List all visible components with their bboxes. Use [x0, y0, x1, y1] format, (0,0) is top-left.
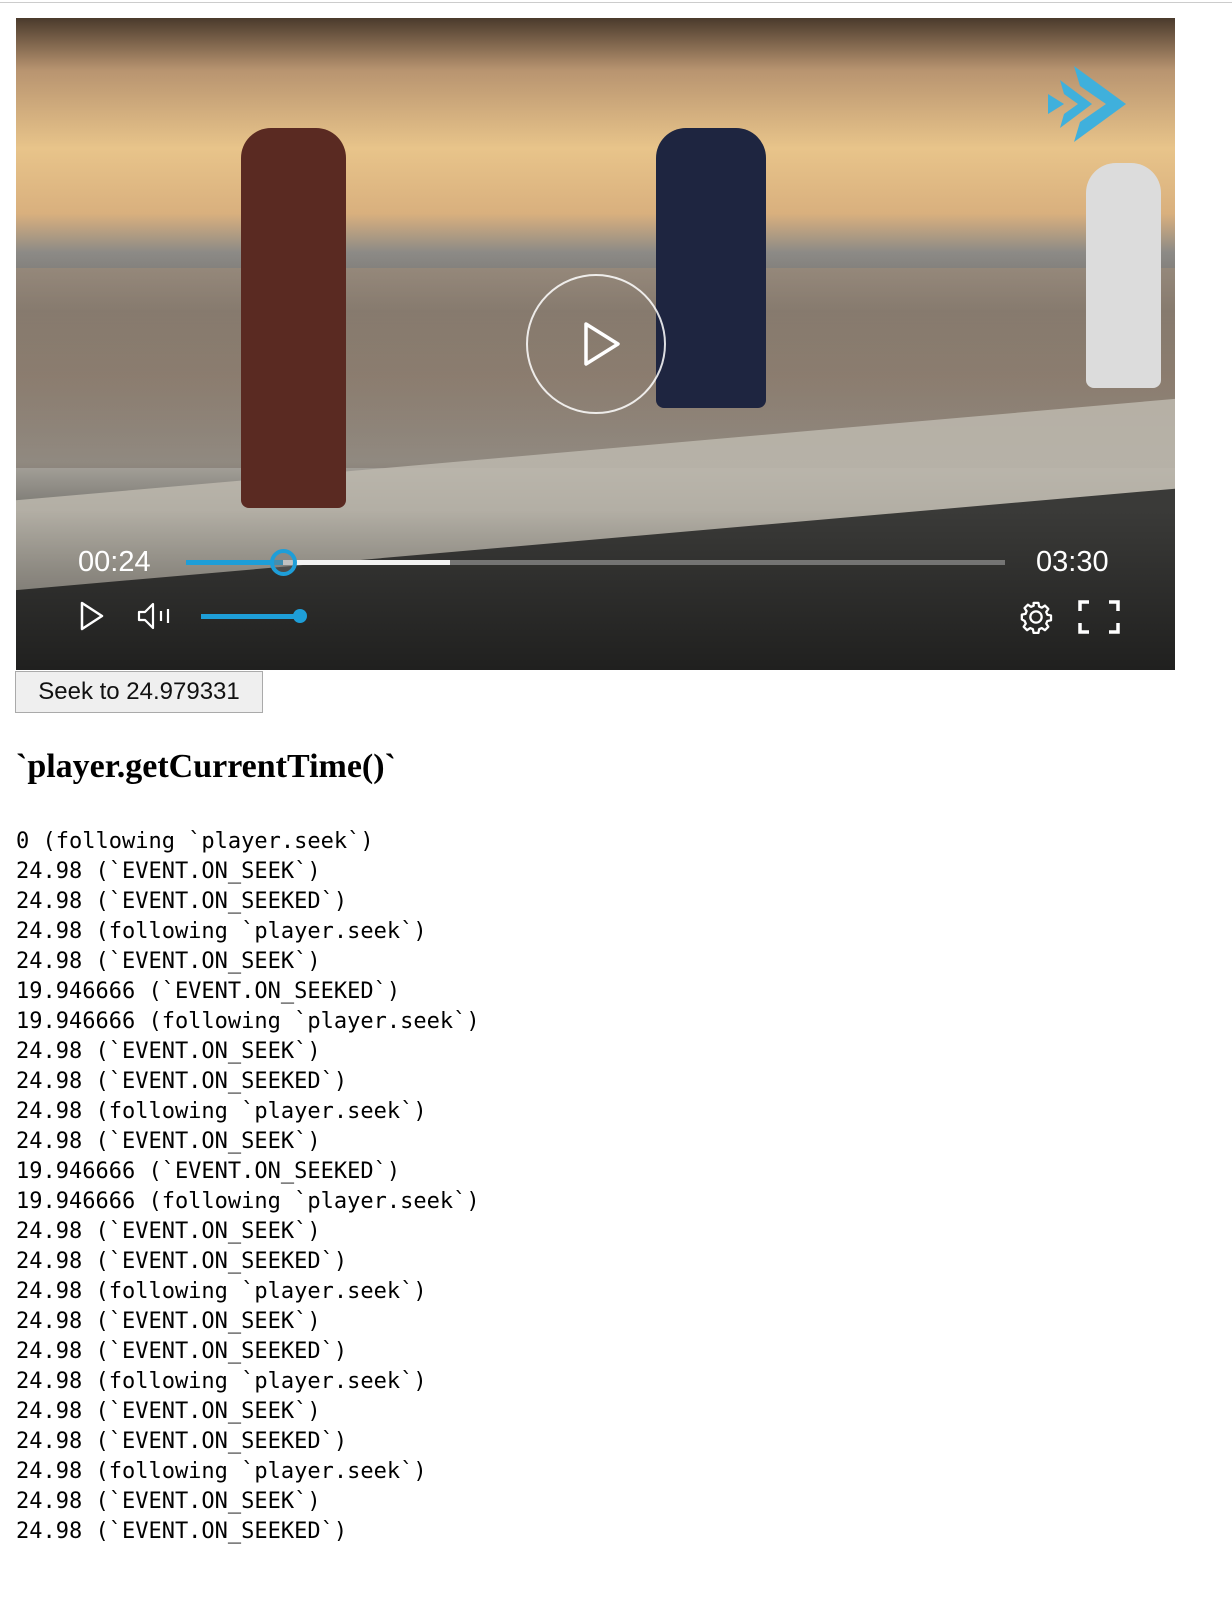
log-line: 24.98 (following `player.seek`)	[16, 1099, 427, 1124]
log-line: 24.98 (`EVENT.ON_SEEKED`)	[16, 889, 348, 914]
log-line: 19.946666 (following `player.seek`)	[16, 1009, 480, 1034]
log-line: 24.98 (`EVENT.ON_SEEK`)	[16, 859, 321, 884]
video-frame-person	[241, 128, 346, 508]
play-icon	[584, 322, 620, 366]
log-line: 24.98 (`EVENT.ON_SEEK`)	[16, 1129, 321, 1154]
fullscreen-icon	[1078, 600, 1120, 634]
log-line: 24.98 (`EVENT.ON_SEEKED`)	[16, 1069, 348, 1094]
seek-bar[interactable]	[186, 549, 1005, 576]
log-line: 24.98 (`EVENT.ON_SEEKED`)	[16, 1339, 348, 1364]
seek-button[interactable]: Seek to 24.979331	[15, 671, 263, 713]
top-border	[0, 2, 1232, 3]
video-player[interactable]: 00:24 03:30	[16, 18, 1175, 670]
played-bar	[186, 560, 284, 565]
log-line: 19.946666 (`EVENT.ON_SEEKED`)	[16, 1159, 401, 1184]
page-heading: `player.getCurrentTime()`	[16, 748, 396, 785]
log-line: 19.946666 (`EVENT.ON_SEEKED`)	[16, 979, 401, 1004]
gear-icon	[1020, 601, 1053, 634]
duration: 03:30	[1036, 546, 1109, 578]
log-line: 0 (following `player.seek`)	[16, 829, 374, 854]
log-line: 24.98 (following `player.seek`)	[16, 1279, 427, 1304]
fullscreen-button[interactable]	[1078, 600, 1120, 639]
video-frame-person	[656, 128, 766, 408]
current-time: 00:24	[78, 546, 151, 578]
play-icon	[80, 601, 104, 631]
volume-slider[interactable]	[201, 609, 307, 623]
log-line: 24.98 (following `player.seek`)	[16, 1369, 427, 1394]
log-line: 24.98 (`EVENT.ON_SEEKED`)	[16, 1519, 348, 1544]
mute-button[interactable]	[136, 601, 176, 636]
play-button[interactable]	[78, 600, 106, 637]
event-log: 0 (following `player.seek`) 24.98 (`EVENT…	[16, 827, 480, 1547]
log-line: 24.98 (following `player.seek`)	[16, 919, 427, 944]
volume-handle[interactable]	[293, 609, 307, 623]
log-line: 24.98 (`EVENT.ON_SEEKED`)	[16, 1429, 348, 1454]
log-line: 24.98 (`EVENT.ON_SEEK`)	[16, 1399, 321, 1424]
log-line: 24.98 (`EVENT.ON_SEEK`)	[16, 1309, 321, 1334]
log-line: 24.98 (following `player.seek`)	[16, 1459, 427, 1484]
volume-icon	[137, 602, 170, 630]
log-line: 24.98 (`EVENT.ON_SEEK`)	[16, 1219, 321, 1244]
big-play-button[interactable]	[526, 274, 666, 414]
log-line: 24.98 (`EVENT.ON_SEEK`)	[16, 1489, 321, 1514]
log-line: 19.946666 (following `player.seek`)	[16, 1189, 480, 1214]
video-frame-person	[1086, 163, 1161, 388]
controls-gradient	[16, 510, 1175, 670]
brand-logo-icon	[1046, 66, 1126, 147]
log-line: 24.98 (`EVENT.ON_SEEK`)	[16, 949, 321, 974]
settings-button[interactable]	[1019, 600, 1053, 639]
log-line: 24.98 (`EVENT.ON_SEEK`)	[16, 1039, 321, 1064]
log-line: 24.98 (`EVENT.ON_SEEKED`)	[16, 1249, 348, 1274]
